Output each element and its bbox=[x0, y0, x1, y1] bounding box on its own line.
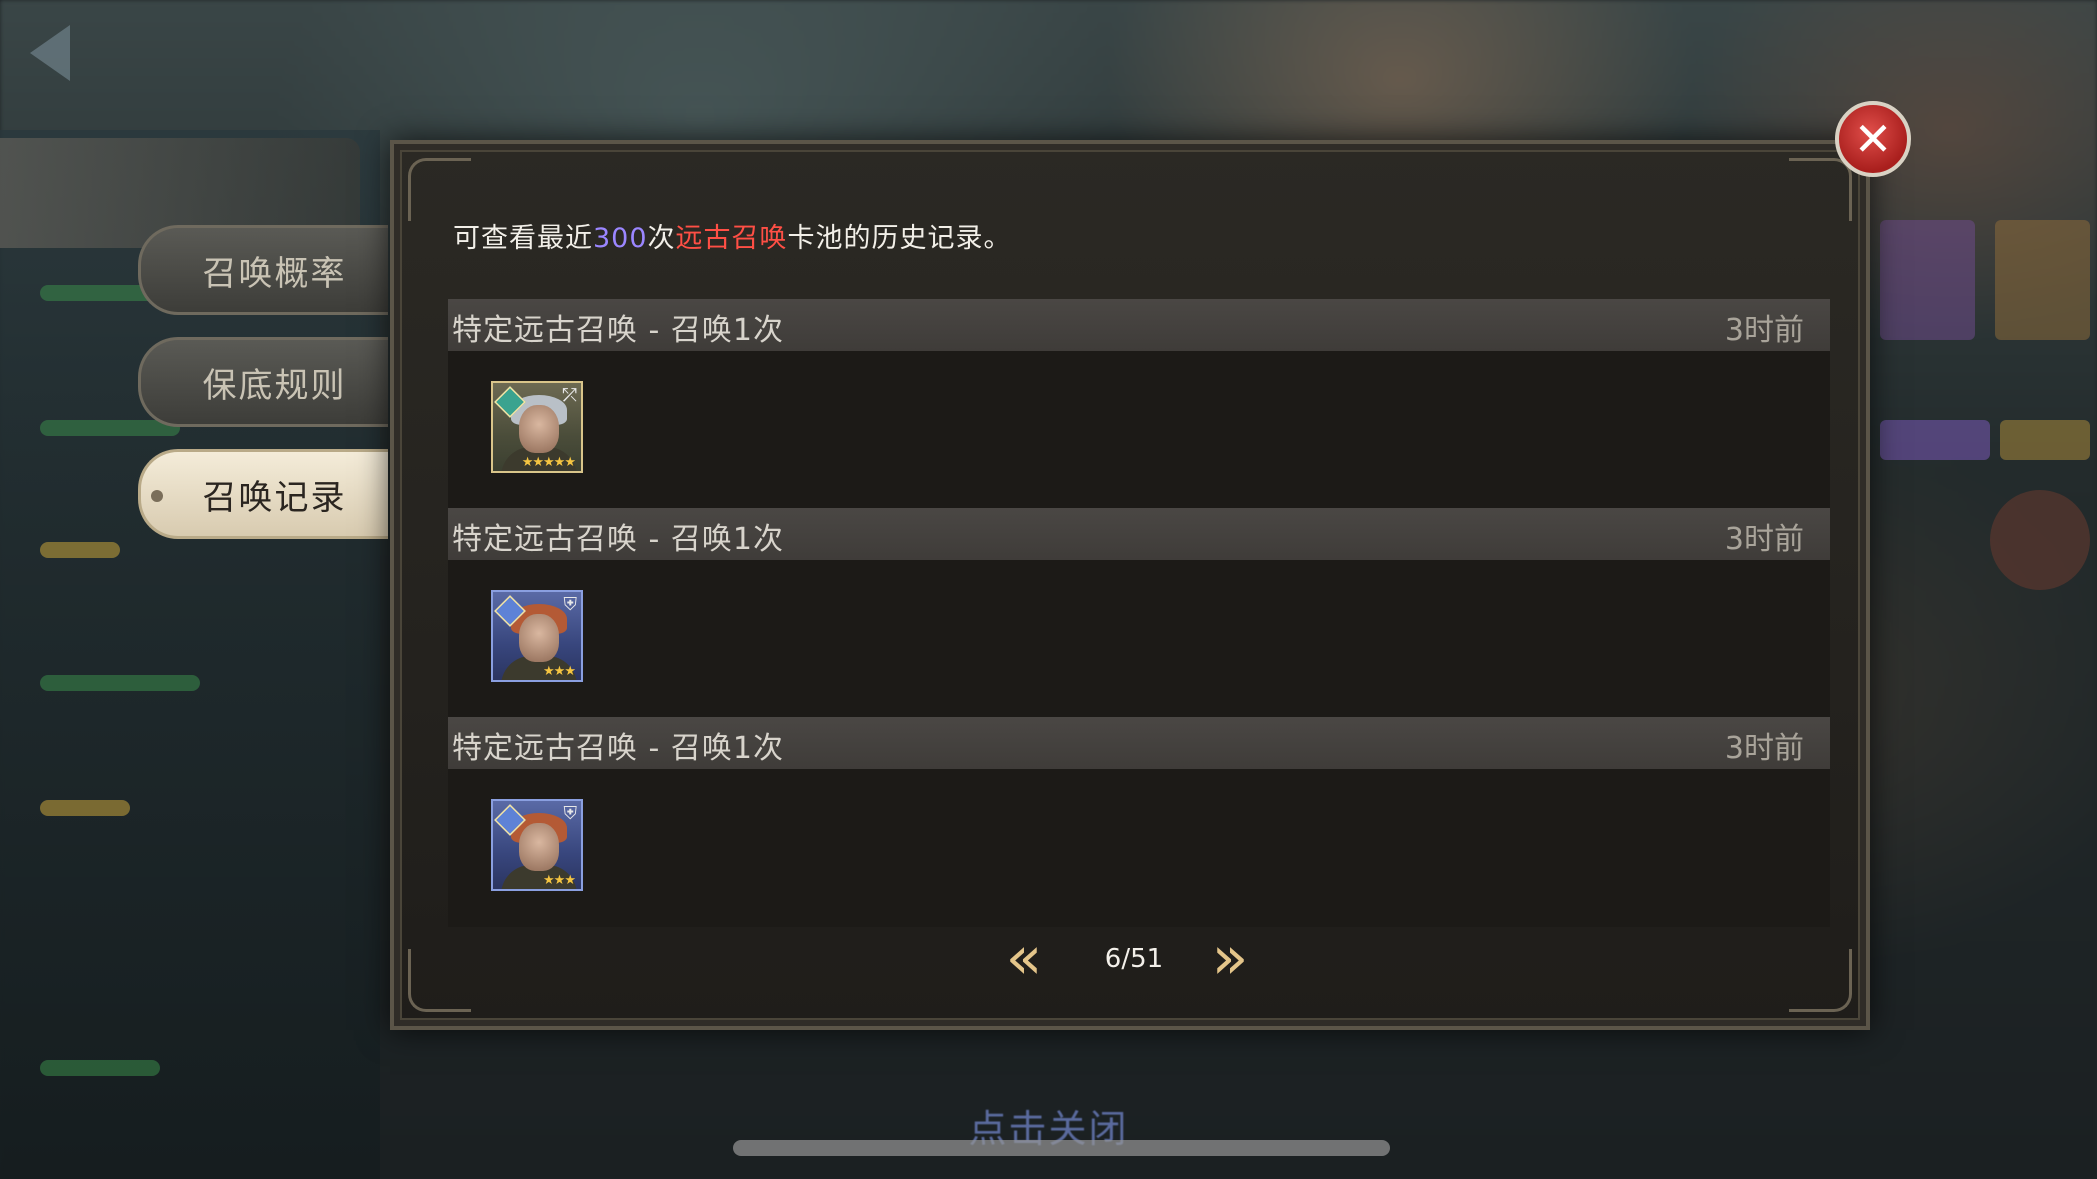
background-decoration bbox=[40, 1060, 160, 1076]
entry-time: 3时前 bbox=[1724, 313, 1804, 348]
background-decoration bbox=[2000, 420, 2090, 460]
pagination: « 6/51 » bbox=[394, 928, 1874, 992]
entry-header: 特定远古召唤 - 召唤1次 3时前 bbox=[448, 508, 1830, 560]
background-decoration bbox=[1995, 220, 2090, 340]
entry-time: 3时前 bbox=[1724, 731, 1804, 766]
background-decoration bbox=[40, 800, 130, 816]
active-indicator-icon bbox=[151, 490, 163, 502]
history-entry: 特定远古召唤 - 召唤1次 3时前 ⤱ ★★★★★ bbox=[448, 299, 1830, 509]
rarity-stars: ★★★★★ bbox=[521, 455, 576, 470]
tab-pity-rules[interactable]: 保底规则 bbox=[138, 337, 388, 427]
shield-icon: ⛨ bbox=[563, 594, 578, 615]
entry-title: 特定远古召唤 - 召唤1次 bbox=[452, 313, 784, 348]
record-count: 300 bbox=[593, 223, 648, 254]
pool-name: 远古召唤 bbox=[675, 223, 788, 254]
description-prefix: 可查看最近 bbox=[453, 223, 593, 254]
tab-summon-rates[interactable]: 召唤概率 bbox=[138, 225, 388, 315]
archer-icon: ⤱ bbox=[562, 385, 577, 406]
hero-portrait[interactable]: ⛨ ★★★ bbox=[491, 590, 583, 682]
history-entry: 特定远古召唤 - 召唤1次 3时前 ⛨ ★★★ bbox=[448, 717, 1830, 927]
history-entry: 特定远古召唤 - 召唤1次 3时前 ⛨ ★★★ bbox=[448, 508, 1830, 718]
background-decoration bbox=[1880, 220, 1975, 340]
close-button[interactable]: ✕ bbox=[1835, 101, 1911, 177]
entry-time: 3时前 bbox=[1724, 522, 1804, 557]
description-middle: 次 bbox=[647, 223, 676, 254]
double-chevron-left-icon[interactable]: « bbox=[994, 928, 1054, 988]
hero-face bbox=[519, 823, 559, 871]
tab-label: 召唤记录 bbox=[202, 477, 347, 518]
entry-header: 特定远古召唤 - 召唤1次 3时前 bbox=[448, 717, 1830, 769]
hero-face bbox=[519, 614, 559, 662]
background-decoration bbox=[40, 542, 120, 558]
hero-portrait[interactable]: ⛨ ★★★ bbox=[491, 799, 583, 891]
tab-label: 保底规则 bbox=[202, 365, 347, 406]
entry-header: 特定远古召唤 - 召唤1次 3时前 bbox=[448, 299, 1830, 351]
close-icon: ✕ bbox=[1853, 112, 1893, 166]
background-decoration bbox=[1880, 420, 1990, 460]
entry-title: 特定远古召唤 - 召唤1次 bbox=[452, 522, 784, 557]
hero-face bbox=[519, 405, 559, 453]
frame-corner-ornament bbox=[1789, 158, 1852, 221]
rarity-stars: ★★★ bbox=[543, 873, 576, 888]
tab-label: 召唤概率 bbox=[202, 253, 347, 294]
entry-title: 特定远古召唤 - 召唤1次 bbox=[452, 731, 784, 766]
history-description: 可查看最近300次远古召唤卡池的历史记录。 bbox=[453, 216, 1012, 255]
hero-portrait[interactable]: ⤱ ★★★★★ bbox=[491, 381, 583, 473]
tab-summon-history[interactable]: 召唤记录 bbox=[138, 449, 388, 539]
background-decoration bbox=[1990, 490, 2090, 590]
history-list[interactable]: 特定远古召唤 - 召唤1次 3时前 ⤱ ★★★★★ 特定远古召唤 - 召唤1次 … bbox=[448, 299, 1830, 927]
frame-corner-ornament bbox=[408, 158, 471, 221]
summon-history-dialog: 可查看最近300次远古召唤卡池的历史记录。 特定远古召唤 - 召唤1次 3时前 … bbox=[390, 140, 1870, 1030]
rarity-stars: ★★★ bbox=[543, 664, 576, 679]
page-indicator: 6/51 bbox=[1104, 944, 1164, 974]
back-arrow-icon bbox=[30, 25, 70, 81]
description-suffix: 卡池的历史记录。 bbox=[787, 223, 1012, 254]
home-indicator bbox=[733, 1140, 1390, 1156]
shield-icon: ⛨ bbox=[563, 803, 578, 824]
double-chevron-right-icon[interactable]: » bbox=[1200, 928, 1260, 988]
background-decoration bbox=[40, 675, 200, 691]
